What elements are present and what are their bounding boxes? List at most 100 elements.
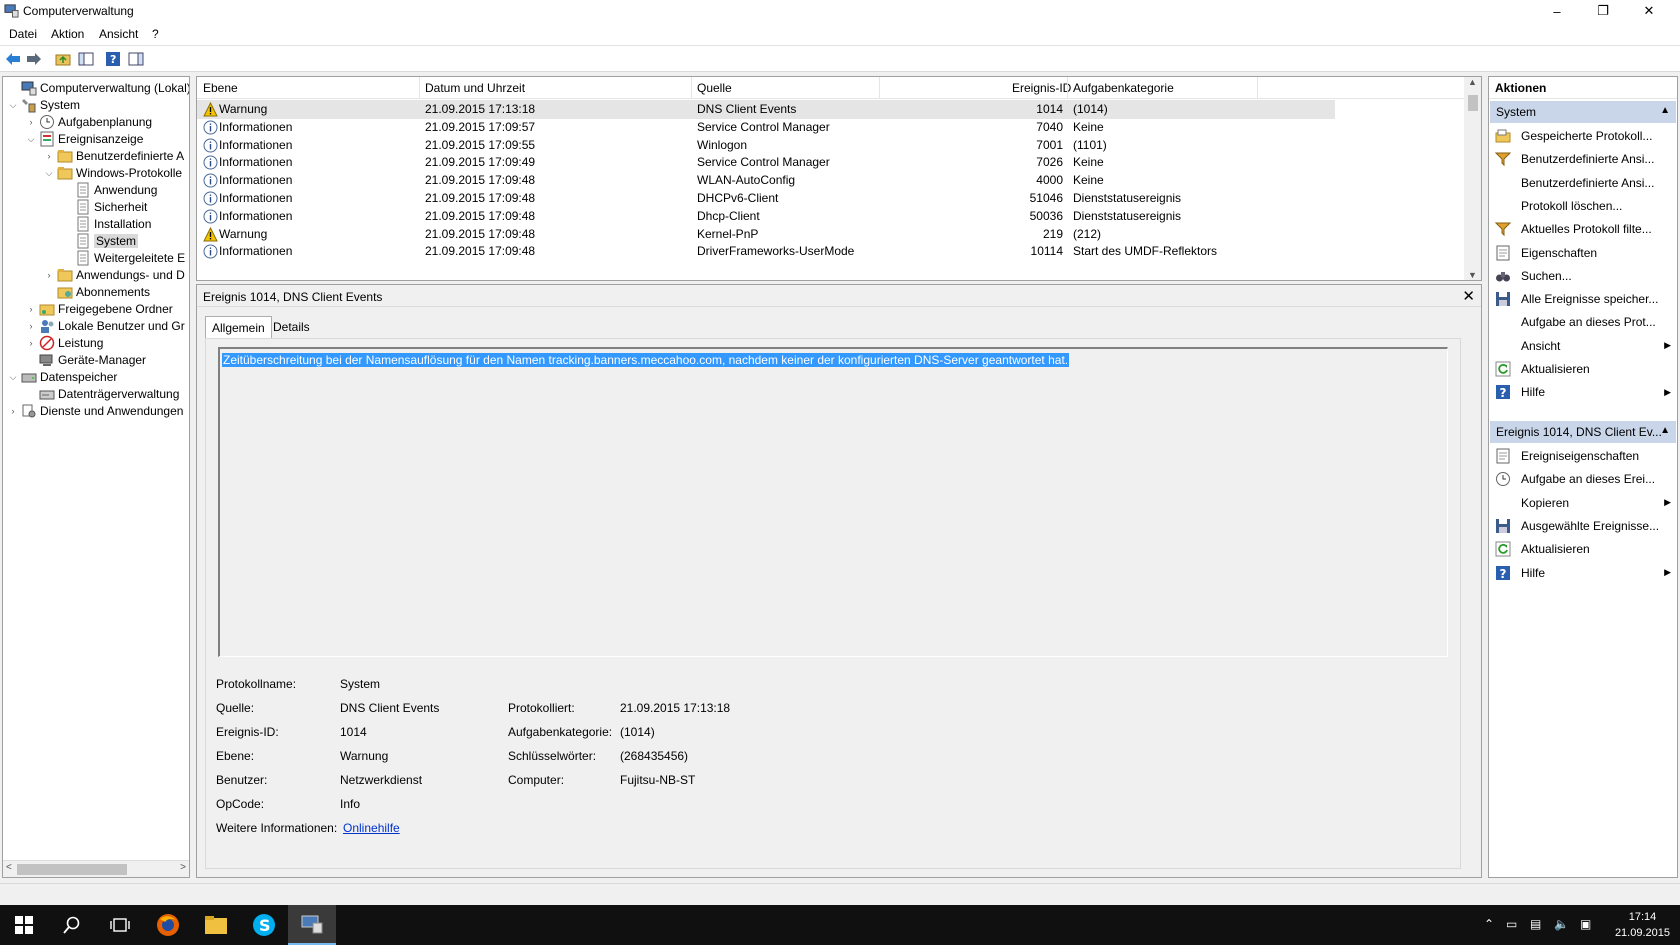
chevron-down-icon[interactable]: ⌵	[7, 372, 19, 383]
tree-node[interactable]: Anwendung	[61, 181, 157, 199]
scroll-up-icon[interactable]: ▲	[1468, 77, 1477, 87]
scrollbar-thumb[interactable]	[17, 864, 127, 875]
chevron-right-icon[interactable]: ›	[43, 270, 55, 280]
action-item[interactable]: Aktuelles Protokoll filte...	[1489, 218, 1677, 240]
show-hide-tree-icon[interactable]	[77, 50, 95, 68]
tree-node[interactable]: › Lokale Benutzer und Gr	[25, 317, 185, 335]
forward-arrow-icon[interactable]	[25, 50, 43, 68]
action-item[interactable]: Benutzerdefinierte Ansi...	[1489, 172, 1677, 194]
tree-node[interactable]: ⌵ Ereignisanzeige	[25, 130, 143, 148]
tree-horizontal-scrollbar[interactable]: < >	[3, 860, 189, 877]
table-row[interactable]: Warnung 21.09.2015 17:13:18 DNS Client Eve…	[197, 100, 1335, 119]
action-item[interactable]: Kopieren ▶	[1489, 492, 1677, 514]
action-item[interactable]: Alle Ereignisse speicher...	[1489, 288, 1677, 310]
help-icon[interactable]: ?	[104, 50, 122, 68]
column-aufgabenkategorie[interactable]: Aufgabenkategorie	[1073, 81, 1174, 95]
scroll-left-icon[interactable]: <	[6, 862, 12, 873]
chevron-right-icon[interactable]: ›	[7, 406, 19, 416]
back-arrow-icon[interactable]	[4, 50, 22, 68]
chevron-down-icon[interactable]: ⌵	[7, 100, 19, 111]
action-item[interactable]: Benutzerdefinierte Ansi...	[1489, 148, 1677, 170]
collapse-up-icon[interactable]: ▲	[1660, 425, 1670, 436]
onlinehilfe-link[interactable]: Onlinehilfe	[343, 821, 400, 835]
clock[interactable]: 17:14 21.09.2015	[1615, 909, 1670, 941]
action-center-icon[interactable]: ▣	[1580, 917, 1591, 931]
tree-node[interactable]: Installation	[61, 215, 151, 233]
menu-ansicht[interactable]: Ansicht	[99, 27, 138, 41]
close-button[interactable]: ✕	[1626, 0, 1672, 22]
table-row[interactable]: Informationen 21.09.2015 17:09:57 Service …	[197, 118, 1335, 137]
action-item[interactable]: Eigenschaften	[1489, 242, 1677, 264]
table-row[interactable]: Informationen 21.09.2015 17:09:49 Service …	[197, 153, 1335, 172]
up-folder-icon[interactable]	[54, 50, 72, 68]
action-group-system[interactable]: System ▲	[1490, 101, 1676, 123]
action-item[interactable]: Aufgabe an dieses Erei...	[1489, 468, 1677, 490]
tree-node[interactable]: System	[61, 232, 139, 250]
menu-help[interactable]: ?	[152, 27, 159, 41]
task-view-icon[interactable]	[96, 905, 144, 945]
firefox-icon[interactable]	[144, 905, 192, 945]
computer-management-taskbar-icon[interactable]	[288, 905, 336, 945]
chevron-right-icon[interactable]: ›	[43, 151, 55, 161]
restore-button[interactable]: ❐	[1580, 0, 1626, 22]
tree-node[interactable]: Computerverwaltung (Lokal)	[7, 79, 189, 97]
tree-node[interactable]: Datenträgerverwaltung	[25, 385, 179, 403]
action-item[interactable]: Aufgabe an dieses Prot...	[1489, 311, 1677, 333]
action-item[interactable]: Suchen...	[1489, 265, 1677, 287]
column-quelle[interactable]: Quelle	[697, 81, 732, 95]
chevron-right-icon[interactable]: ›	[25, 304, 37, 314]
close-icon[interactable]: ✕	[1462, 287, 1475, 305]
action-group-event[interactable]: Ereignis 1014, DNS Client Ev... ▲	[1490, 421, 1676, 443]
tree-node[interactable]: ⌵ Windows-Protokolle	[43, 164, 182, 182]
table-row[interactable]: Informationen 21.09.2015 17:09:48 DHCPv6-C…	[197, 189, 1335, 208]
scrollbar-thumb[interactable]	[1468, 95, 1478, 111]
column-ebene[interactable]: Ebene	[203, 81, 238, 95]
table-row[interactable]: Informationen 21.09.2015 17:09:48 DriverFr…	[197, 242, 1335, 261]
event-message-box[interactable]: Zeitüberschreitung bei der Namensauflösu…	[218, 347, 1448, 657]
action-item[interactable]: Gespeicherte Protokoll...	[1489, 125, 1677, 147]
windows-start-icon[interactable]	[0, 905, 48, 945]
menu-datei[interactable]: Datei	[9, 27, 37, 41]
chevron-down-icon[interactable]: ⌵	[43, 168, 55, 179]
column-ereignis-id[interactable]: Ereignis-ID	[1012, 81, 1071, 95]
network-icon[interactable]: ▤	[1530, 917, 1541, 931]
battery-icon[interactable]: ▭	[1506, 917, 1517, 931]
action-item[interactable]: ? Hilfe ▶	[1489, 562, 1677, 584]
chevron-up-icon[interactable]: ⌃	[1484, 917, 1494, 931]
table-row[interactable]: Informationen 21.09.2015 17:09:48 WLAN-Aut…	[197, 171, 1335, 190]
scroll-right-icon[interactable]: >	[180, 862, 186, 873]
volume-icon[interactable]: 🔈	[1554, 917, 1569, 931]
tree-node[interactable]: ⌵ Datenspeicher	[7, 368, 118, 386]
tree-node[interactable]: › Aufgabenplanung	[25, 113, 152, 131]
tab-details[interactable]: Details	[267, 316, 316, 338]
table-row[interactable]: Warnung 21.09.2015 17:09:48 Kernel-PnP 219 (…	[197, 225, 1335, 244]
action-item[interactable]: Ereigniseigenschaften	[1489, 445, 1677, 467]
tree-node[interactable]: › Dienste und Anwendungen	[7, 402, 184, 420]
action-item[interactable]: Ausgewählte Ereignisse...	[1489, 515, 1677, 537]
tab-allgemein[interactable]: Allgemein	[205, 316, 272, 338]
tree-node[interactable]: ⌵ System	[7, 96, 80, 114]
tree-node[interactable]: › Leistung	[25, 334, 103, 352]
tree-node[interactable]: › Anwendungs- und D	[43, 266, 185, 284]
action-item[interactable]: ? Hilfe ▶	[1489, 381, 1677, 403]
show-actions-pane-icon[interactable]	[127, 50, 145, 68]
chevron-right-icon[interactable]: ›	[25, 117, 37, 127]
event-message[interactable]: Zeitüberschreitung bei der Namensauflösu…	[222, 353, 1070, 367]
skype-icon[interactable]: S	[240, 905, 288, 945]
action-item[interactable]: Ansicht ▶	[1489, 335, 1677, 357]
action-item[interactable]: Aktualisieren	[1489, 538, 1677, 560]
tree-node[interactable]: Geräte-Manager	[25, 351, 146, 369]
minimize-button[interactable]: –	[1534, 0, 1580, 22]
tree-node[interactable]: › Benutzerdefinierte A	[43, 147, 185, 165]
search-icon[interactable]	[48, 905, 96, 945]
chevron-right-icon[interactable]: ›	[25, 338, 37, 348]
collapse-up-icon[interactable]: ▲	[1660, 105, 1670, 116]
tree-node[interactable]: › Freigegebene Ordner	[25, 300, 173, 318]
table-row[interactable]: Informationen 21.09.2015 17:09:48 Dhcp-Cli…	[197, 207, 1335, 226]
action-item[interactable]: Aktualisieren	[1489, 358, 1677, 380]
menu-aktion[interactable]: Aktion	[51, 27, 84, 41]
column-datum[interactable]: Datum und Uhrzeit	[425, 81, 525, 95]
tree-node[interactable]: Weitergeleitete E	[61, 249, 185, 267]
event-list-vertical-scrollbar[interactable]: ▲ ▼	[1464, 77, 1481, 280]
table-row[interactable]: Informationen 21.09.2015 17:09:55 Winlogon…	[197, 136, 1335, 155]
